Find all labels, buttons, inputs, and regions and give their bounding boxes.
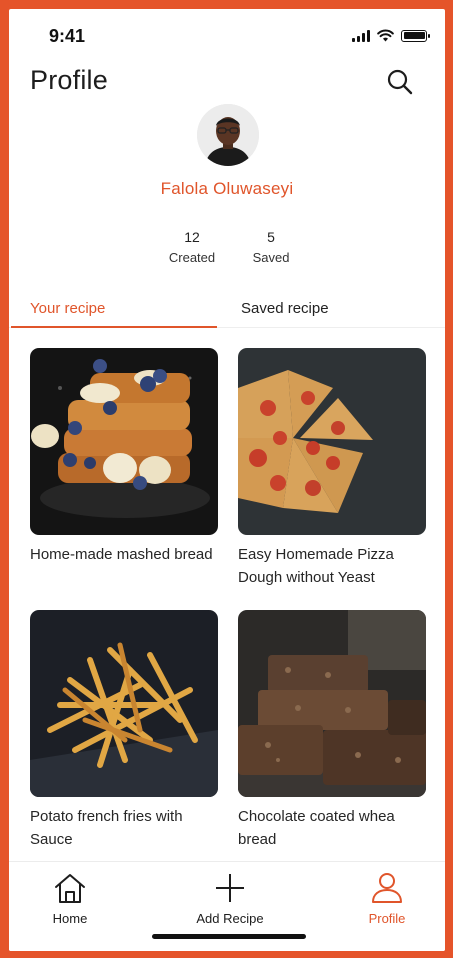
page-title: Profile — [30, 65, 108, 95]
signal-icon — [352, 29, 370, 42]
plus-icon — [216, 874, 244, 902]
recipe-card[interactable]: Easy Homemade Pizza Dough without Yeast — [238, 348, 426, 589]
home-indicator — [152, 934, 306, 939]
recipe-card[interactable]: Chocolate coated whea bread — [238, 610, 426, 851]
search-button[interactable] — [385, 67, 415, 97]
battery-icon — [401, 29, 430, 42]
recipe-card[interactable]: Potato french fries with Sauce — [30, 610, 218, 851]
stat-label: Saved — [252, 250, 290, 265]
recipe-image-french-toast — [30, 348, 218, 535]
tab-your-recipe[interactable]: Your recipe — [30, 300, 105, 317]
recipe-card[interactable]: Home-made mashed bread — [30, 348, 218, 566]
recipe-image-pizza — [238, 348, 426, 535]
stat-count: 5 — [267, 229, 275, 245]
recipe-title: Home-made mashed bread — [30, 546, 213, 563]
recipe-title: Potato french fries with Sauce — [30, 808, 183, 848]
status-icons — [352, 29, 430, 42]
recipe-tabs: Your recipe Saved recipe — [9, 294, 445, 328]
search-icon — [387, 69, 413, 95]
recipe-image-chocolate-bars — [238, 610, 426, 797]
avatar-image — [197, 104, 259, 166]
stat-saved: 5 Saved — [231, 229, 311, 265]
status-time: 9:41 — [49, 26, 86, 46]
recipe-title: Chocolate coated whea bread — [238, 808, 395, 848]
nav-home[interactable]: Home — [45, 872, 95, 926]
wifi-icon — [377, 29, 394, 42]
stat-created: 12 Created — [152, 229, 232, 265]
user-name: Falola Oluwaseyi — [160, 179, 294, 198]
nav-label: Profile — [368, 911, 406, 926]
status-bar: 9:41 — [9, 9, 445, 59]
stat-count: 12 — [184, 229, 200, 245]
nav-profile[interactable]: Profile — [361, 872, 413, 926]
nav-label: Home — [52, 911, 88, 926]
stat-label: Created — [168, 250, 216, 265]
user-icon — [372, 873, 402, 903]
recipe-image-fries — [30, 610, 218, 797]
avatar[interactable] — [197, 104, 259, 166]
tab-active-indicator — [11, 326, 217, 328]
recipe-title: Easy Homemade Pizza Dough without Yeast — [238, 546, 394, 586]
tab-saved-recipe[interactable]: Saved recipe — [241, 300, 329, 317]
phone-screen: 9:41 Profile Falola Oluwaseyi 12 Created… — [9, 9, 445, 951]
nav-label: Add Recipe — [196, 911, 264, 926]
home-icon — [55, 874, 85, 903]
nav-add-recipe[interactable]: Add Recipe — [185, 872, 275, 926]
